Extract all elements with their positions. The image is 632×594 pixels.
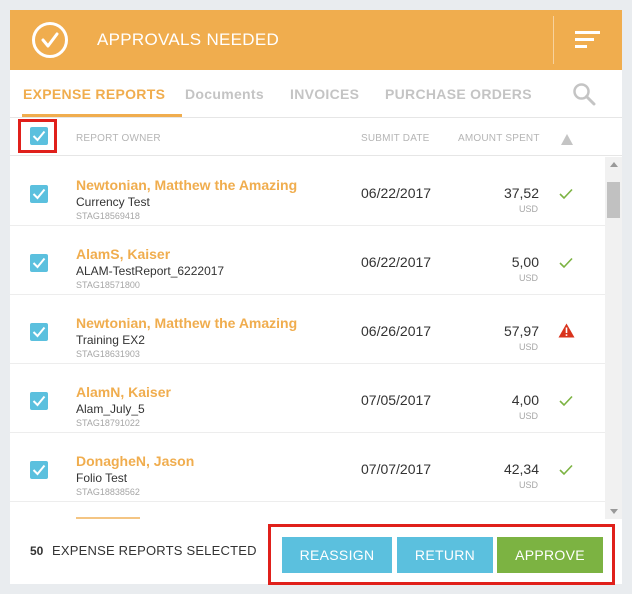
report-name: Folio Test (76, 471, 128, 485)
report-owner[interactable]: DonagheN, Jason (76, 453, 194, 469)
header-divider (553, 16, 554, 64)
tab-purchase-orders[interactable]: PURCHASE ORDERS (385, 86, 532, 102)
report-code: STAG18631903 (76, 349, 140, 359)
row-checkbox[interactable] (30, 392, 48, 410)
report-code: STAG18791022 (76, 418, 140, 428)
scroll-down-arrow-icon[interactable] (610, 509, 618, 514)
scroll-thumb[interactable] (607, 182, 620, 218)
select-all-highlight (18, 119, 57, 153)
report-code: STAG18838562 (76, 487, 140, 497)
return-button[interactable]: RETURN (397, 537, 493, 573)
table-row[interactable]: AlamS, Kaiser ALAM-TestReport_6222017 ST… (10, 226, 605, 295)
reassign-button[interactable]: REASSIGN (282, 537, 392, 573)
amount-spent: 57,97 (503, 323, 539, 339)
column-amount-spent[interactable]: AMOUNT SPENT (458, 133, 540, 144)
page-title: APPROVALS NEEDED (97, 30, 280, 49)
amount-spent: 37,52 (503, 185, 539, 201)
header-bar: APPROVALS NEEDED (10, 10, 622, 70)
warning-column-icon[interactable] (561, 132, 573, 150)
checkmark-icon (559, 394, 573, 412)
currency: USD (518, 273, 538, 283)
submit-date: 06/26/2017 (361, 323, 432, 339)
check-circle-icon (32, 22, 68, 58)
scroll-up-arrow-icon[interactable] (610, 162, 618, 167)
report-name: Training EX2 (76, 333, 145, 347)
table-row[interactable]: DonagheN, Jason Folio Test STAG18838562 … (10, 433, 605, 502)
tab-expense-reports[interactable]: EXPENSE REPORTS (23, 86, 165, 102)
currency: USD (518, 204, 538, 214)
action-footer: 50 EXPENSE REPORTS SELECTED REASSIGN RET… (10, 519, 622, 585)
checkmark-icon (559, 187, 573, 205)
report-name: Currency Test (76, 195, 150, 209)
amount-spent: 5,00 (511, 254, 539, 270)
report-code: STAG18569418 (76, 211, 140, 221)
selected-count: 50 (30, 544, 44, 558)
submit-date: 06/22/2017 (361, 185, 432, 201)
amount-spent: 42,34 (503, 461, 539, 477)
column-header-row: REPORT OWNER SUBMIT DATE AMOUNT SPENT (10, 118, 622, 156)
table-row[interactable]: AlamN, Kaiser Alam_July_5 STAG18791022 0… (10, 364, 605, 433)
tab-invoices[interactable]: INVOICES (290, 86, 359, 102)
checkmark-icon (559, 256, 573, 274)
submit-date: 07/07/2017 (361, 461, 432, 477)
table-row[interactable]: Newtonian, Matthew the Amazing Currency … (10, 157, 605, 226)
amount-spent: 4,00 (511, 392, 539, 408)
row-checkbox[interactable] (30, 185, 48, 203)
column-report-owner[interactable]: REPORT OWNER (76, 133, 161, 144)
approvals-panel: APPROVALS NEEDED EXPENSE REPORTS Documen… (10, 10, 622, 585)
report-owner[interactable]: Newtonian, Matthew the Amazing (76, 177, 297, 193)
report-owner[interactable]: AlamS, Kaiser (76, 246, 170, 262)
row-checkbox[interactable] (30, 254, 48, 272)
active-tab-indicator (22, 114, 182, 117)
table-row-partial[interactable] (10, 502, 605, 519)
currency: USD (518, 342, 538, 352)
submit-date: 06/22/2017 (361, 254, 432, 270)
sort-lines-icon[interactable] (575, 30, 601, 50)
column-submit-date[interactable]: SUBMIT DATE (361, 133, 430, 144)
report-name: Alam_July_5 (76, 402, 145, 416)
approve-button[interactable]: APPROVE (497, 537, 603, 573)
report-list: Newtonian, Matthew the Amazing Currency … (10, 157, 622, 519)
search-icon[interactable] (572, 82, 596, 106)
currency: USD (518, 411, 538, 421)
report-owner[interactable]: AlamN, Kaiser (76, 384, 171, 400)
report-owner[interactable]: Newtonian, Matthew the Amazing (76, 315, 297, 331)
checkmark-icon (559, 463, 573, 481)
tab-bar: EXPENSE REPORTS Documents INVOICES PURCH… (10, 70, 622, 118)
row-checkbox[interactable] (30, 323, 48, 341)
table-row[interactable]: Newtonian, Matthew the Amazing Training … (10, 295, 605, 364)
currency: USD (518, 480, 538, 490)
selected-label: EXPENSE REPORTS SELECTED (52, 543, 257, 558)
submit-date: 07/05/2017 (361, 392, 432, 408)
tab-documents[interactable]: Documents (185, 86, 264, 102)
warning-triangle-icon (558, 323, 575, 343)
row-checkbox[interactable] (30, 461, 48, 479)
list-scrollbar[interactable] (605, 157, 622, 519)
report-code: STAG18571800 (76, 280, 140, 290)
report-name: ALAM-TestReport_6222017 (76, 264, 225, 278)
